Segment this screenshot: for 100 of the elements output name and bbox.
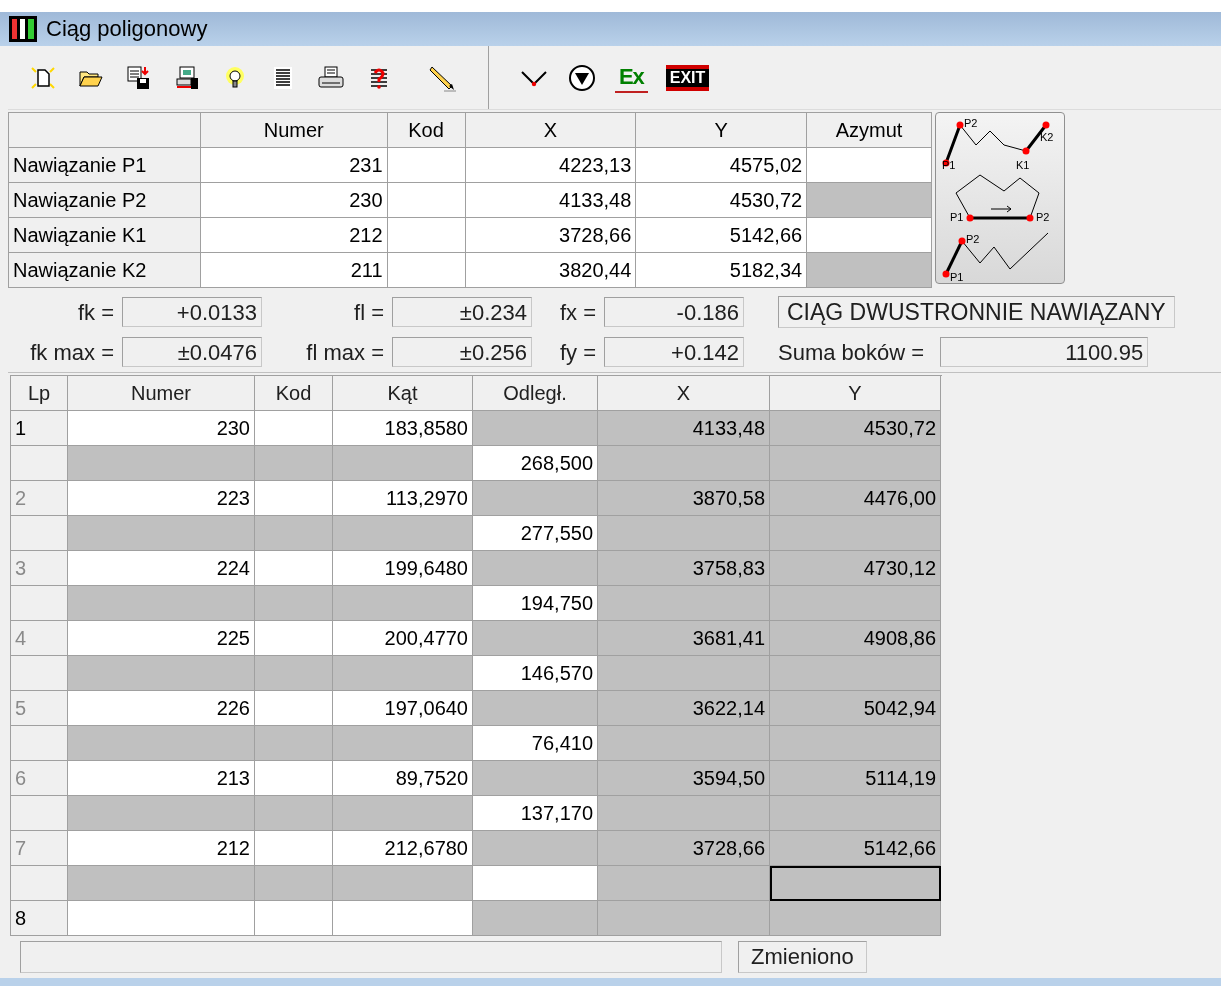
table-cell[interactable]: 277,550 (473, 516, 598, 551)
table-cell[interactable] (770, 586, 941, 621)
table-cell[interactable]: 230 (68, 411, 255, 446)
table-cell[interactable] (473, 831, 598, 866)
table-cell[interactable] (68, 656, 255, 691)
table-cell[interactable] (255, 691, 333, 726)
table-cell[interactable] (255, 621, 333, 656)
table-cell[interactable] (598, 656, 770, 691)
table-cell[interactable] (473, 551, 598, 586)
table-cell[interactable]: 211 (200, 253, 388, 288)
table-cell[interactable] (333, 866, 473, 901)
table-cell[interactable]: 3622,14 (598, 691, 770, 726)
table-cell[interactable]: 223 (68, 481, 255, 516)
table-cell[interactable] (333, 656, 473, 691)
table-cell[interactable] (255, 516, 333, 551)
table-cell[interactable]: 212 (200, 218, 388, 253)
table-cell[interactable] (807, 218, 932, 253)
table-cell[interactable] (387, 253, 466, 288)
export-button[interactable]: Ex (615, 62, 648, 93)
table-cell[interactable] (333, 446, 473, 481)
table-cell[interactable]: 5042,94 (770, 691, 941, 726)
table-cell[interactable]: 3681,41 (598, 621, 770, 656)
table-cell[interactable] (770, 446, 941, 481)
table-cell[interactable] (255, 586, 333, 621)
table-cell[interactable]: 3728,66 (598, 831, 770, 866)
table-cell[interactable] (255, 411, 333, 446)
table-cell[interactable]: 5142,66 (770, 831, 941, 866)
table-cell[interactable]: 3820,44 (465, 253, 637, 288)
table-cell[interactable] (255, 446, 333, 481)
table-cell[interactable]: 4530,72 (770, 411, 941, 446)
table-cell[interactable]: 5182,34 (636, 253, 808, 288)
table-cell[interactable]: 4530,72 (636, 183, 808, 218)
table-cell[interactable]: 224 (68, 551, 255, 586)
table-cell[interactable]: 183,8580 (333, 411, 473, 446)
table-cell[interactable] (473, 691, 598, 726)
exit-button[interactable]: EXIT (665, 64, 710, 91)
table-cell[interactable] (333, 516, 473, 551)
table-cell[interactable]: 137,170 (473, 796, 598, 831)
table-cell[interactable]: 194,750 (473, 586, 598, 621)
table-cell[interactable] (333, 586, 473, 621)
table-cell[interactable] (473, 481, 598, 516)
table-cell[interactable] (255, 831, 333, 866)
table-cell[interactable] (68, 586, 255, 621)
table-cell[interactable] (770, 726, 941, 761)
table-cell[interactable] (255, 901, 333, 936)
table-cell[interactable]: 230 (200, 183, 388, 218)
table-cell[interactable] (333, 796, 473, 831)
table-cell[interactable] (255, 866, 333, 901)
table-cell[interactable]: 3594,50 (598, 761, 770, 796)
down-arrow-icon[interactable] (567, 62, 597, 93)
table-cell[interactable] (598, 726, 770, 761)
table-cell[interactable] (770, 901, 941, 936)
table-cell[interactable] (770, 656, 941, 691)
table-cell[interactable]: 213 (68, 761, 255, 796)
table-cell[interactable]: 4730,12 (770, 551, 941, 586)
table-cell[interactable]: 76,410 (473, 726, 598, 761)
traverse-type-button[interactable]: P2 K2 P1 K1 P1 P2 P2 P1 (935, 112, 1065, 284)
table-cell[interactable]: 200,4770 (333, 621, 473, 656)
table-cell[interactable] (473, 411, 598, 446)
table-cell[interactable]: 199,6480 (333, 551, 473, 586)
table-cell[interactable] (255, 761, 333, 796)
table-cell[interactable] (598, 586, 770, 621)
table-cell[interactable] (68, 446, 255, 481)
table-cell[interactable] (333, 901, 473, 936)
table-cell[interactable]: 113,2970 (333, 481, 473, 516)
table-cell[interactable] (473, 866, 598, 901)
table-cell[interactable] (598, 866, 770, 901)
table-cell[interactable] (598, 901, 770, 936)
table-cell[interactable]: 4133,48 (598, 411, 770, 446)
table-cell[interactable]: 4133,48 (465, 183, 637, 218)
table-cell[interactable] (770, 866, 941, 901)
table-cell[interactable] (387, 148, 466, 183)
table-cell[interactable] (473, 621, 598, 656)
table-cell[interactable]: 3758,83 (598, 551, 770, 586)
table-cell[interactable]: 146,570 (473, 656, 598, 691)
table-cell[interactable] (473, 761, 598, 796)
table-cell[interactable]: 197,0640 (333, 691, 473, 726)
table-cell[interactable]: 4908,86 (770, 621, 941, 656)
table-cell[interactable]: 3870,58 (598, 481, 770, 516)
table-cell[interactable] (68, 866, 255, 901)
table-cell[interactable]: 4575,02 (636, 148, 808, 183)
table-cell[interactable]: 226 (68, 691, 255, 726)
table-cell[interactable] (387, 183, 466, 218)
table-cell[interactable] (68, 796, 255, 831)
table-cell[interactable] (68, 516, 255, 551)
table-cell[interactable]: 4476,00 (770, 481, 941, 516)
table-cell[interactable] (770, 796, 941, 831)
table-cell[interactable] (255, 656, 333, 691)
table-cell[interactable]: 225 (68, 621, 255, 656)
table-cell[interactable] (598, 446, 770, 481)
table-cell[interactable]: 5114,19 (770, 761, 941, 796)
table-cell[interactable] (255, 726, 333, 761)
table-cell[interactable] (807, 148, 932, 183)
table-cell[interactable] (255, 796, 333, 831)
table-cell[interactable] (598, 796, 770, 831)
table-cell[interactable]: 231 (200, 148, 388, 183)
table-cell[interactable]: 268,500 (473, 446, 598, 481)
table-cell[interactable]: 5142,66 (636, 218, 808, 253)
table-cell[interactable] (68, 901, 255, 936)
table-cell[interactable]: 212 (68, 831, 255, 866)
